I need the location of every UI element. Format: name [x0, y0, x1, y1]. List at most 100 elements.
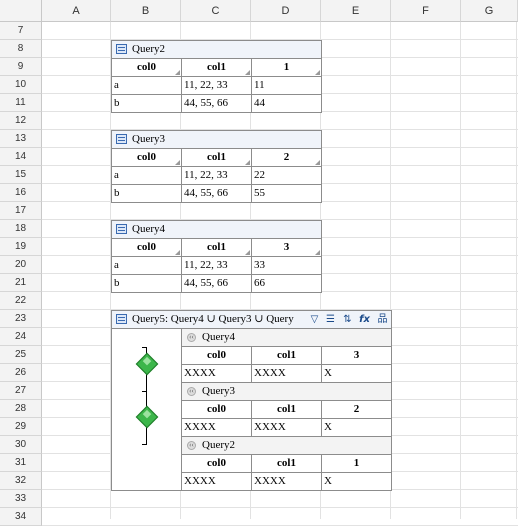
table-cell[interactable]: XXXX [252, 365, 322, 383]
column-header[interactable]: col0 [112, 149, 182, 167]
table-cell[interactable]: 11, 22, 33 [182, 167, 252, 185]
row-header-12[interactable]: 12 [0, 112, 42, 130]
row-header-8[interactable]: 8 [0, 40, 42, 58]
collapse-icon[interactable]: ‹‹ [187, 387, 196, 396]
query-table-query4[interactable]: Query4 col0 col1 3 a 11, 22, 33 33 b 44,… [111, 220, 322, 293]
table-cell[interactable]: b [112, 95, 182, 113]
row-header-9[interactable]: 9 [0, 58, 42, 76]
row-header-31[interactable]: 31 [0, 454, 42, 472]
filter-marker-icon[interactable] [175, 160, 180, 165]
column-header[interactable]: col1 [252, 455, 322, 473]
table-cell[interactable]: a [112, 77, 182, 95]
row-header-7[interactable]: 7 [0, 22, 42, 40]
row-header-10[interactable]: 10 [0, 76, 42, 94]
table-cell[interactable]: XXXX [182, 473, 252, 491]
column-header-a[interactable]: A [42, 0, 111, 22]
row-header-33[interactable]: 33 [0, 490, 42, 508]
column-header[interactable]: col1 [182, 239, 252, 257]
table-cell[interactable]: X [322, 419, 391, 437]
table-cell[interactable]: 44, 55, 66 [182, 275, 252, 293]
column-header-g[interactable]: G [461, 0, 518, 22]
union-node-icon[interactable] [135, 352, 159, 376]
row-header-29[interactable]: 29 [0, 418, 42, 436]
filter-marker-icon[interactable] [245, 250, 250, 255]
sub-query-title[interactable]: ‹‹ Query2 [182, 437, 391, 455]
column-header[interactable]: 1 [322, 455, 391, 473]
row-header-19[interactable]: 19 [0, 238, 42, 256]
table-cell[interactable]: 22 [252, 167, 321, 185]
row-header-16[interactable]: 16 [0, 184, 42, 202]
select-all-corner[interactable] [0, 0, 42, 22]
table-cell[interactable]: X [322, 473, 391, 491]
sub-query-title[interactable]: ‹‹ Query3 [182, 383, 391, 401]
filter-marker-icon[interactable] [175, 250, 180, 255]
row-header-30[interactable]: 30 [0, 436, 42, 454]
table-cell[interactable]: XXXX [182, 419, 252, 437]
table-cell[interactable]: X [322, 365, 391, 383]
union-node-icon[interactable] [135, 405, 159, 429]
row-header-32[interactable]: 32 [0, 472, 42, 490]
column-header[interactable]: col0 [182, 455, 252, 473]
table-cell[interactable]: XXXX [252, 473, 322, 491]
sort-icon[interactable]: ⇅ [341, 313, 354, 326]
query-title-bar[interactable]: Query3 [112, 131, 321, 149]
sub-query-query2[interactable]: ‹‹ Query2 col0 col1 1 XXXX XXXX X [182, 437, 391, 491]
table-cell[interactable]: 44 [252, 95, 321, 113]
tree-icon[interactable]: 品 [376, 313, 389, 326]
column-header[interactable]: col1 [252, 401, 322, 419]
column-header-c[interactable]: C [181, 0, 251, 22]
column-header-f[interactable]: F [391, 0, 461, 22]
filter-marker-icon[interactable] [245, 160, 250, 165]
row-header-20[interactable]: 20 [0, 256, 42, 274]
row-header-17[interactable]: 17 [0, 202, 42, 220]
row-header-24[interactable]: 24 [0, 328, 42, 346]
function-icon[interactable]: fx [358, 313, 371, 326]
table-cell[interactable]: 66 [252, 275, 321, 293]
sub-query-title[interactable]: ‹‹ Query4 [182, 329, 391, 347]
column-header[interactable]: col0 [182, 401, 252, 419]
filter-marker-icon[interactable] [315, 70, 320, 75]
collapse-icon[interactable]: ‹‹ [187, 333, 196, 342]
union-query-query5[interactable]: Query5: Query4 ∪ Query3 ∪ Query ▽ ☰ ⇅ fx… [111, 310, 392, 491]
row-header-11[interactable]: 11 [0, 94, 42, 112]
table-cell[interactable]: b [112, 185, 182, 203]
table-cell[interactable]: 11 [252, 77, 321, 95]
row-header-22[interactable]: 22 [0, 292, 42, 310]
column-header[interactable]: col0 [112, 239, 182, 257]
table-cell[interactable]: XXXX [182, 365, 252, 383]
table-cell[interactable]: XXXX [252, 419, 322, 437]
filter-marker-icon[interactable] [175, 70, 180, 75]
row-header-27[interactable]: 27 [0, 382, 42, 400]
table-cell[interactable]: a [112, 167, 182, 185]
row-header-15[interactable]: 15 [0, 166, 42, 184]
column-header[interactable]: col1 [252, 347, 322, 365]
table-cell[interactable]: 33 [252, 257, 321, 275]
column-header-e[interactable]: E [321, 0, 391, 22]
table-cell[interactable]: 11, 22, 33 [182, 257, 252, 275]
sub-query-query3[interactable]: ‹‹ Query3 col0 col1 2 XXXX XXXX X [182, 383, 391, 437]
row-header-18[interactable]: 18 [0, 220, 42, 238]
row-header-25[interactable]: 25 [0, 346, 42, 364]
column-header[interactable]: 2 [252, 149, 321, 167]
row-header-14[interactable]: 14 [0, 148, 42, 166]
row-header-34[interactable]: 34 [0, 508, 42, 526]
filter-marker-icon[interactable] [315, 250, 320, 255]
row-header-26[interactable]: 26 [0, 364, 42, 382]
sub-query-query4[interactable]: ‹‹ Query4 col0 col1 3 XXXX XXXX X [182, 329, 391, 383]
row-header-21[interactable]: 21 [0, 274, 42, 292]
list-icon[interactable]: ☰ [324, 313, 337, 326]
column-header[interactable]: 2 [322, 401, 391, 419]
column-header[interactable]: 3 [322, 347, 391, 365]
collapse-icon[interactable]: ‹‹ [187, 441, 196, 450]
column-header[interactable]: col1 [182, 149, 252, 167]
table-cell[interactable]: 11, 22, 33 [182, 77, 252, 95]
query-title-bar[interactable]: Query2 [112, 41, 321, 59]
column-header-d[interactable]: D [251, 0, 321, 22]
table-cell[interactable]: a [112, 257, 182, 275]
column-header[interactable]: col0 [112, 59, 182, 77]
query-title-bar[interactable]: Query4 [112, 221, 321, 239]
table-cell[interactable]: 55 [252, 185, 321, 203]
table-cell[interactable]: 44, 55, 66 [182, 95, 252, 113]
filter-marker-icon[interactable] [245, 70, 250, 75]
filter-marker-icon[interactable] [315, 160, 320, 165]
